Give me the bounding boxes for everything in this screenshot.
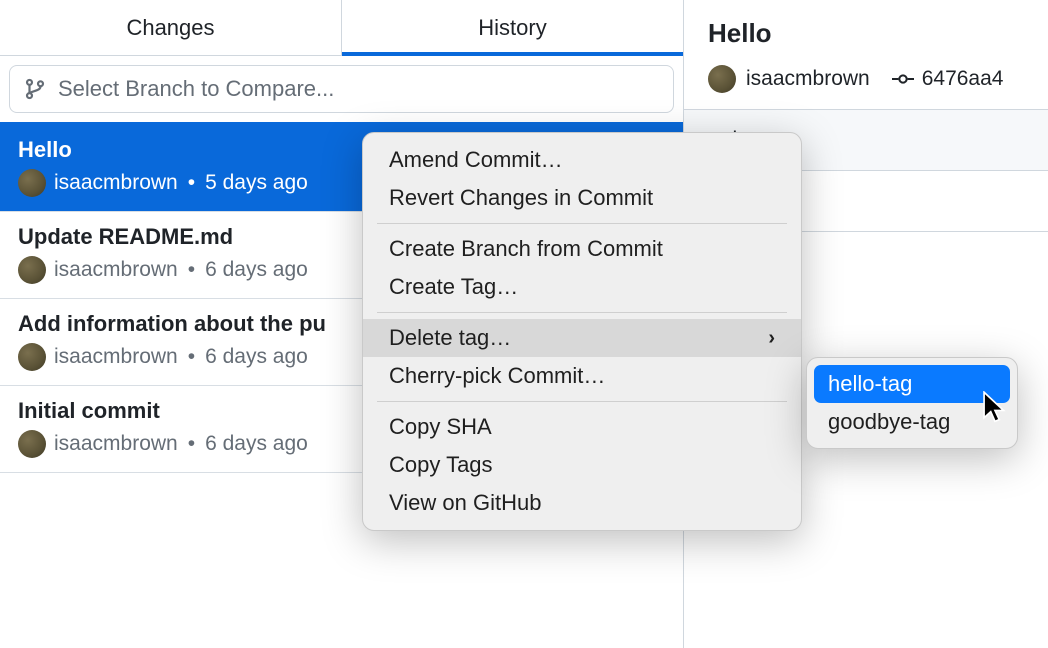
menu-label: Delete tag…: [389, 325, 511, 351]
commit-time: 6 days ago: [205, 432, 308, 456]
commit-time: 6 days ago: [205, 345, 308, 369]
commit-author: isaacmbrown: [54, 171, 178, 195]
menu-create-tag[interactable]: Create Tag…: [363, 268, 801, 306]
chevron-right-icon: ›: [768, 327, 775, 350]
tab-changes-label: Changes: [126, 15, 214, 41]
menu-amend-commit[interactable]: Amend Commit…: [363, 141, 801, 179]
commit-context-menu: Amend Commit… Revert Changes in Commit C…: [362, 132, 802, 531]
commit-author: isaacmbrown: [54, 258, 178, 282]
meta-separator: [186, 432, 197, 456]
avatar: [18, 343, 46, 371]
detail-title: Hello: [708, 18, 1024, 49]
menu-label: Create Tag…: [389, 274, 518, 300]
branch-compare-selector[interactable]: Select Branch to Compare...: [9, 65, 674, 113]
menu-cherry-pick[interactable]: Cherry-pick Commit…: [363, 357, 801, 395]
commit-detail-header: Hello isaacmbrown 6476aa4: [684, 0, 1048, 109]
menu-label: Amend Commit…: [389, 147, 563, 173]
avatar: [18, 169, 46, 197]
menu-separator: [377, 401, 787, 402]
menu-delete-tag[interactable]: Delete tag… ›: [363, 319, 801, 357]
submenu-item-hello-tag[interactable]: hello-tag: [814, 365, 1010, 403]
menu-view-github[interactable]: View on GitHub: [363, 484, 801, 522]
menu-label: Revert Changes in Commit: [389, 185, 653, 211]
menu-label: Cherry-pick Commit…: [389, 363, 605, 389]
commit-icon: [892, 68, 914, 90]
tabs: Changes History: [0, 0, 683, 56]
menu-label: Copy Tags: [389, 452, 493, 478]
commit-time: 5 days ago: [205, 171, 308, 195]
menu-copy-sha[interactable]: Copy SHA: [363, 408, 801, 446]
menu-separator: [377, 223, 787, 224]
commit-author: isaacmbrown: [54, 345, 178, 369]
commit-author: isaacmbrown: [54, 432, 178, 456]
delete-tag-submenu: hello-tag goodbye-tag: [806, 357, 1018, 449]
tab-history-label: History: [478, 15, 546, 41]
meta-separator: [186, 258, 197, 282]
submenu-label: goodbye-tag: [828, 409, 950, 434]
git-branch-icon: [24, 78, 46, 100]
meta-separator: [186, 345, 197, 369]
tab-history[interactable]: History: [342, 0, 683, 55]
menu-separator: [377, 312, 787, 313]
submenu-item-goodbye-tag[interactable]: goodbye-tag: [814, 403, 1010, 441]
menu-label: Copy SHA: [389, 414, 492, 440]
menu-copy-tags[interactable]: Copy Tags: [363, 446, 801, 484]
branch-selector-placeholder: Select Branch to Compare...: [58, 76, 334, 102]
submenu-label: hello-tag: [828, 371, 912, 396]
menu-label: View on GitHub: [389, 490, 541, 516]
menu-create-branch[interactable]: Create Branch from Commit: [363, 230, 801, 268]
detail-author: isaacmbrown: [746, 67, 870, 91]
avatar: [18, 256, 46, 284]
avatar: [708, 65, 736, 93]
tab-changes[interactable]: Changes: [0, 0, 342, 55]
menu-revert-changes[interactable]: Revert Changes in Commit: [363, 179, 801, 217]
meta-separator: [186, 171, 197, 195]
commit-time: 6 days ago: [205, 258, 308, 282]
detail-sha: 6476aa4: [922, 67, 1004, 91]
avatar: [18, 430, 46, 458]
menu-label: Create Branch from Commit: [389, 236, 663, 262]
